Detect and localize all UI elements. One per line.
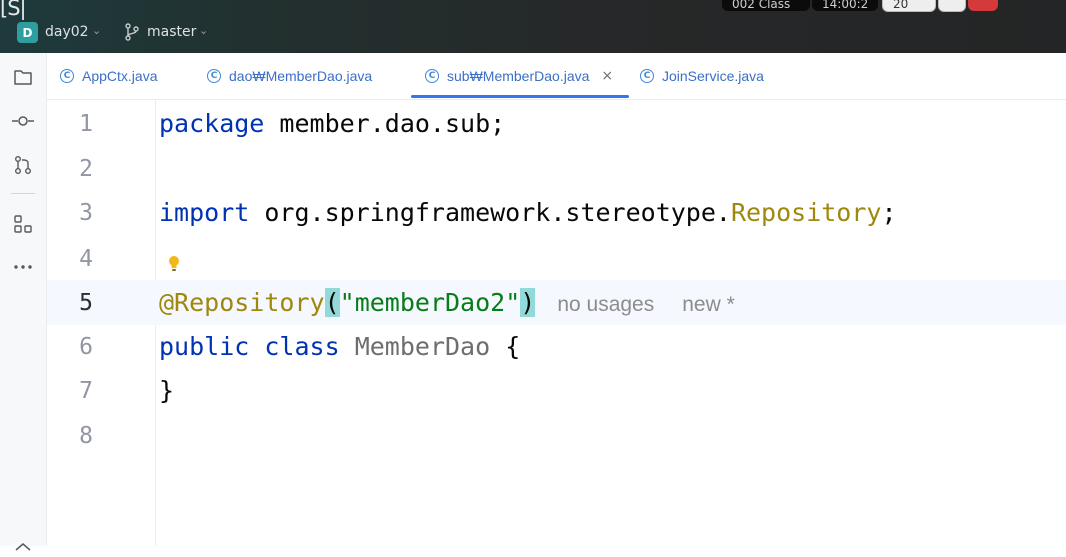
overlay-participants: 20 bbox=[882, 0, 936, 12]
code-line-6[interactable]: public class MemberDao { bbox=[159, 325, 520, 369]
usages-hint[interactable]: no usages bbox=[557, 293, 654, 316]
line-number: 3 bbox=[79, 200, 93, 226]
project-chevron-down-icon[interactable]: ⌄ bbox=[92, 24, 101, 37]
tab-label: JoinService.java bbox=[662, 68, 764, 84]
branch-chevron-down-icon[interactable]: ⌄ bbox=[199, 24, 208, 37]
editor-tab-bar: C AppCtx.java C dao₩MemberDao.java C sub… bbox=[47, 53, 1066, 100]
code-line-1[interactable]: package member.dao.sub; bbox=[159, 102, 505, 146]
overlay-timer: 14:00:2 bbox=[812, 0, 878, 11]
branch-icon[interactable] bbox=[124, 23, 140, 45]
class-icon: C bbox=[207, 69, 221, 83]
code-line-5[interactable]: @Repository("memberDao2") no usages new * bbox=[159, 281, 735, 327]
tab-label: AppCtx.java bbox=[82, 68, 158, 84]
lightbulb-icon[interactable] bbox=[167, 255, 181, 277]
project-badge[interactable]: D bbox=[17, 22, 38, 43]
code-line-3[interactable]: import org.springframework.stereotype.Re… bbox=[159, 191, 897, 235]
line-number: 7 bbox=[79, 378, 93, 404]
line-number-active: 5 bbox=[79, 290, 93, 316]
close-icon[interactable]: × bbox=[601, 68, 613, 84]
line-number: 4 bbox=[79, 246, 93, 272]
branch-name[interactable]: master bbox=[147, 24, 196, 40]
chevron-up-icon[interactable] bbox=[12, 535, 34, 557]
author-hint[interactable]: new * bbox=[682, 293, 735, 316]
overlay-class-label: 002 Class bbox=[722, 0, 810, 11]
line-number: 1 bbox=[79, 111, 93, 137]
overlay-button[interactable] bbox=[938, 0, 966, 12]
line-number: 8 bbox=[79, 423, 93, 449]
folder-icon[interactable] bbox=[12, 66, 34, 88]
class-icon: C bbox=[640, 69, 654, 83]
project-name[interactable]: day02 bbox=[45, 24, 89, 40]
class-icon: C bbox=[425, 69, 439, 83]
line-number: 6 bbox=[79, 334, 93, 360]
tab-joinservice[interactable]: C JoinService.java bbox=[640, 53, 764, 99]
tab-dao-memberdao[interactable]: C dao₩MemberDao.java bbox=[207, 53, 372, 99]
code-line-7[interactable]: } bbox=[159, 369, 174, 413]
overlay-alert-icon[interactable] bbox=[968, 0, 998, 11]
tab-label: dao₩MemberDao.java bbox=[229, 68, 373, 84]
tab-appctx[interactable]: C AppCtx.java bbox=[60, 53, 157, 99]
line-number: 2 bbox=[79, 156, 93, 182]
tab-sub-memberdao[interactable]: C sub₩MemberDao.java × bbox=[425, 53, 613, 99]
window-corner-text: [S| bbox=[0, 0, 27, 20]
class-icon: C bbox=[60, 69, 74, 83]
active-tab-indicator bbox=[411, 95, 629, 98]
tab-label: sub₩MemberDao.java bbox=[447, 68, 590, 84]
title-bar: [S| D day02 ⌄ master ⌄ 002 Class 14:00:2… bbox=[0, 0, 1066, 53]
